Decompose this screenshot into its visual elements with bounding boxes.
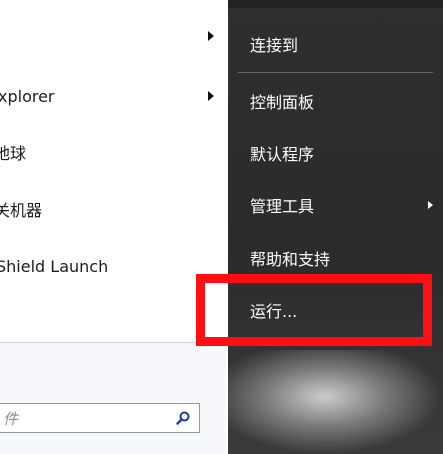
program-item-shield-launch[interactable]: Shield Launch bbox=[0, 246, 226, 286]
top-edge bbox=[228, 0, 443, 8]
menu-item-help-support[interactable]: 帮助和支持 bbox=[228, 238, 443, 278]
menu-label: 帮助和支持 bbox=[250, 250, 331, 269]
menu-item-connect-to[interactable]: 连接到 bbox=[228, 24, 443, 64]
program-item-shutdown[interactable]: 关机器 bbox=[0, 189, 226, 229]
programs-pane: xplorer 地球 关机器 Shield Launch 件 bbox=[0, 0, 229, 454]
menu-label: 管理工具 bbox=[250, 197, 315, 216]
menu-item-control-panel[interactable]: 控制面板 bbox=[228, 81, 443, 121]
menu-label: 控制面板 bbox=[250, 93, 315, 112]
program-label: 地球 bbox=[0, 144, 27, 163]
menu-label: 连接到 bbox=[250, 36, 299, 55]
magnifier-icon[interactable] bbox=[176, 411, 190, 425]
program-label: Shield Launch bbox=[0, 256, 109, 276]
shutdown-area-glow bbox=[228, 350, 443, 454]
program-label: 关机器 bbox=[0, 201, 43, 220]
program-item-explorer[interactable]: xplorer bbox=[0, 76, 226, 116]
program-label: xplorer bbox=[0, 86, 55, 106]
menu-item-run[interactable]: 运行... bbox=[228, 290, 443, 330]
chevron-right-icon bbox=[208, 91, 214, 101]
chevron-right-icon bbox=[208, 31, 214, 41]
menu-label: 运行... bbox=[250, 302, 298, 321]
program-item-globe[interactable]: 地球 bbox=[0, 132, 226, 172]
search-placeholder: 件 bbox=[3, 409, 19, 428]
search-area bbox=[0, 343, 226, 454]
divider bbox=[238, 72, 433, 73]
menu-label: 默认程序 bbox=[250, 145, 315, 164]
menu-item-default-programs[interactable]: 默认程序 bbox=[228, 133, 443, 173]
search-input[interactable]: 件 bbox=[0, 403, 200, 433]
program-item-0[interactable] bbox=[0, 16, 226, 56]
menu-item-admin-tools[interactable]: 管理工具 bbox=[228, 185, 443, 225]
chevron-right-icon bbox=[428, 201, 433, 209]
